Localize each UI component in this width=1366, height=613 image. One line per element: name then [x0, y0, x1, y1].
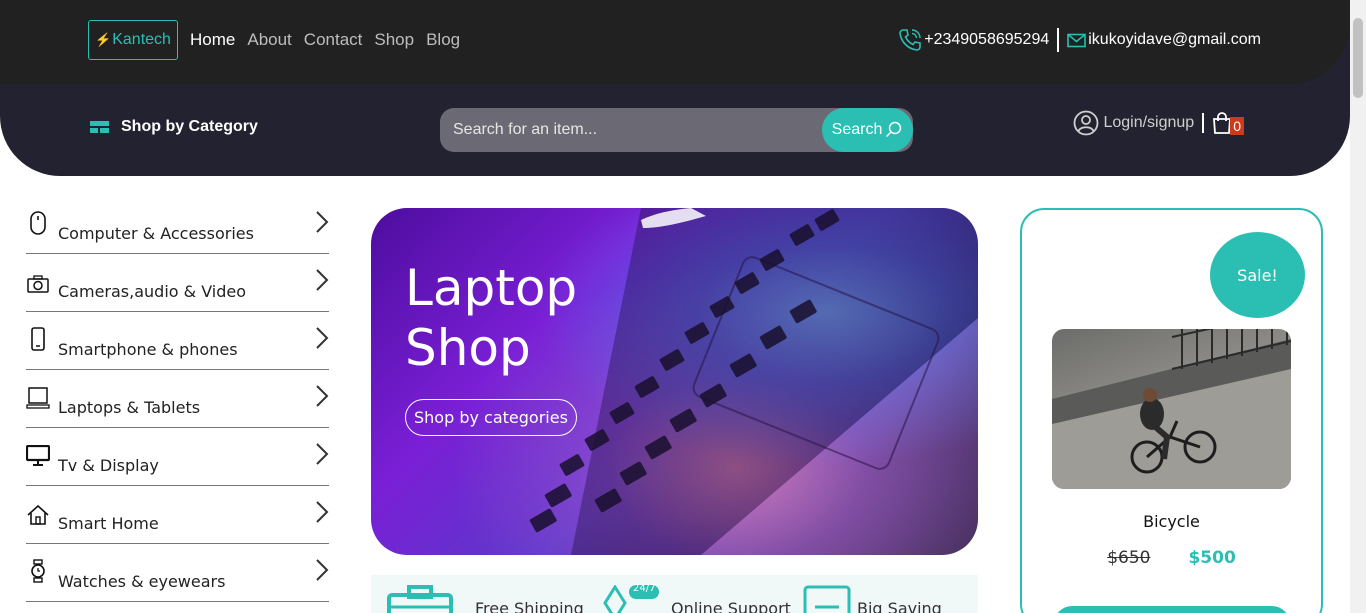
category-sidebar: Computer & Accessories Cameras,audio & V… — [26, 196, 329, 602]
support-badge-247: 24/7 — [633, 583, 656, 594]
smartphone-icon — [26, 325, 50, 351]
nav-about[interactable]: About — [247, 30, 291, 50]
product-name[interactable]: Bicycle — [1022, 512, 1321, 531]
chevron-right-icon — [316, 559, 329, 581]
chevron-right-icon — [316, 269, 329, 291]
chevron-right-icon — [316, 327, 329, 349]
hero-title-line1: Laptop — [405, 259, 578, 317]
search-button-label: Search — [831, 121, 883, 138]
saving-icon — [803, 585, 851, 613]
bolt-icon: ⚡ — [95, 32, 112, 47]
search-button[interactable]: Search — [822, 108, 913, 152]
category-tv-display[interactable]: Tv & Display — [26, 428, 329, 486]
chevron-right-icon — [316, 385, 329, 407]
phone-number[interactable]: +2349058695294 — [924, 31, 1049, 49]
monitor-icon — [26, 441, 50, 467]
shipping-box-icon — [387, 585, 453, 613]
category-label: Computer & Accessories — [58, 224, 254, 243]
sale-product-card: Sale! Bicycle $650 $500 — [1020, 208, 1323, 613]
category-laptops-tablets[interactable]: Laptops & Tablets — [26, 370, 329, 428]
camera-icon — [26, 267, 50, 293]
feature-big-saving: Big Saving — [803, 585, 942, 613]
hero-title-line2: Shop — [405, 319, 531, 377]
add-to-cart-button[interactable] — [1054, 606, 1290, 613]
category-label: Watches & eyewears — [58, 572, 226, 591]
category-label: Cameras,audio & Video — [58, 282, 247, 301]
shop-by-category-toggle[interactable]: Shop by Category — [90, 118, 258, 136]
category-computer-accessories[interactable]: Computer & Accessories — [26, 196, 329, 254]
vertical-scrollbar[interactable] — [1350, 0, 1366, 613]
feature-label: Online Support — [671, 599, 791, 613]
category-label: Tv & Display — [58, 456, 159, 475]
category-smart-home[interactable]: Smart Home — [26, 486, 329, 544]
search-icon — [886, 121, 902, 138]
shop-by-categories-button[interactable]: Shop by categories — [405, 399, 577, 436]
product-image-bicycle[interactable] — [1052, 329, 1291, 489]
cart-count-badge: 0 — [1230, 117, 1244, 135]
nav-shop[interactable]: Shop — [374, 30, 414, 50]
watch-icon — [26, 557, 50, 583]
nav-home[interactable]: Home — [190, 30, 235, 50]
category-label: Smart Home — [58, 514, 159, 533]
page: Shop by Category Search Login/signup — [0, 0, 1366, 613]
shop-by-category-label: Shop by Category — [121, 118, 258, 135]
mouse-icon — [26, 209, 50, 235]
feature-free-shipping: Free Shipping — [387, 585, 584, 613]
hero-banner: Laptop Shop Shop by categories — [371, 208, 978, 555]
category-label: Laptops & Tablets — [58, 398, 201, 417]
home-icon — [26, 499, 50, 525]
email-address[interactable]: ikukoyidave@gmail.com — [1088, 31, 1261, 49]
nav-blog[interactable]: Blog — [426, 30, 460, 50]
mail-icon — [1067, 33, 1087, 47]
user-icon[interactable] — [1073, 110, 1099, 136]
cart-icon[interactable] — [1212, 112, 1232, 134]
login-signup-link[interactable]: Login/signup — [1103, 114, 1194, 132]
chevron-right-icon — [316, 501, 329, 523]
phone-icon — [899, 29, 922, 51]
scrollbar-thumb[interactable] — [1353, 18, 1363, 98]
chevron-right-icon — [316, 443, 329, 465]
feature-label: Free Shipping — [475, 599, 584, 613]
search-bar: Search — [440, 108, 913, 152]
laptop-icon — [26, 383, 50, 409]
account-area: Login/signup 0 — [1073, 110, 1244, 136]
contact-info: +2349058695294 ikukoyidave@gmail.com — [898, 28, 1261, 52]
search-input[interactable] — [440, 108, 820, 152]
category-smartphone-phones[interactable]: Smartphone & phones — [26, 312, 329, 370]
features-strip: Free Shipping 24/7 Online Support Big Sa… — [371, 575, 978, 613]
brand-name: Kantech — [112, 31, 171, 48]
brand-logo[interactable]: ⚡ Kantech — [88, 20, 178, 60]
category-cameras-audio-video[interactable]: Cameras,audio & Video — [26, 254, 329, 312]
feature-online-support: 24/7 Online Support — [601, 583, 791, 613]
category-watches-eyewears[interactable]: Watches & eyewears — [26, 544, 329, 602]
sale-badge: Sale! — [1210, 232, 1305, 318]
category-menu-icon — [90, 121, 109, 133]
new-price: $500 — [1188, 548, 1236, 568]
account-divider — [1202, 113, 1205, 133]
product-prices: $650 $500 — [1022, 548, 1321, 568]
top-bar: ⚡ Kantech Home About Contact Shop Blog +… — [0, 0, 1350, 84]
chevron-right-icon — [316, 211, 329, 233]
feature-label: Big Saving — [857, 599, 942, 613]
old-price: $650 — [1107, 548, 1151, 568]
contact-divider — [1057, 28, 1060, 52]
category-label: Smartphone & phones — [58, 340, 238, 359]
main-nav: Home About Contact Shop Blog — [190, 30, 460, 50]
nav-contact[interactable]: Contact — [304, 30, 363, 50]
hero-title: Laptop Shop — [405, 258, 577, 378]
